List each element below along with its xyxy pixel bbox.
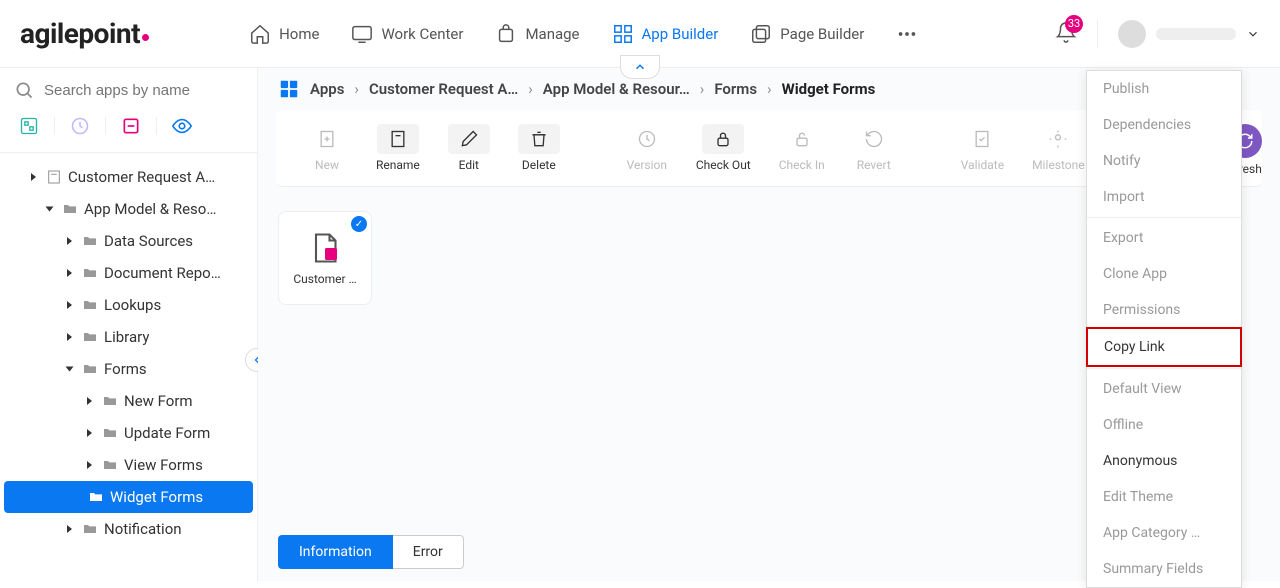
user-menu[interactable] (1097, 20, 1260, 48)
tree-item-model[interactable]: App Model & Reso… (0, 193, 257, 225)
tree-item-lookups[interactable]: Lookups (0, 289, 257, 321)
tree-item-app[interactable]: Customer Request A… (0, 161, 257, 193)
tree-item-library[interactable]: Library (0, 321, 257, 353)
menu-notify[interactable]: Notify (1087, 143, 1241, 179)
tree-item-update-form[interactable]: Update Form (0, 417, 257, 449)
chevron-down-icon (1246, 27, 1260, 41)
tree-item-widget-forms[interactable]: Widget Forms (4, 481, 253, 513)
tool-validate[interactable]: Validate (951, 118, 1014, 178)
filter-eye[interactable] (163, 112, 201, 140)
bc-forms[interactable]: Forms (714, 80, 757, 98)
tree-item-view-forms[interactable]: View Forms (0, 449, 257, 481)
menu-export[interactable]: Export (1087, 220, 1241, 256)
card-label: Customer … (285, 272, 365, 286)
menu-default-view[interactable]: Default View (1087, 371, 1241, 407)
username-placeholder (1156, 28, 1236, 40)
filter-minus[interactable] (112, 112, 150, 140)
menu-clone-app[interactable]: Clone App (1087, 256, 1241, 292)
menu-permissions[interactable]: Permissions (1087, 292, 1241, 328)
nav-home[interactable]: Home (249, 23, 319, 45)
menu-app-category[interactable]: App Category … (1087, 515, 1241, 551)
tool-checkout[interactable]: Check Out (686, 118, 761, 178)
tool-rename[interactable]: Rename (366, 118, 430, 178)
bc-model[interactable]: App Model & Resour… (543, 80, 690, 98)
topbar-collapse-handle[interactable] (620, 55, 660, 79)
tab-error[interactable]: Error (393, 535, 464, 569)
tree-item-forms[interactable]: Forms (0, 353, 257, 385)
tool-revert[interactable]: Revert (843, 118, 905, 178)
filter-qr[interactable] (10, 112, 48, 140)
tree-item-notification[interactable]: Notification (0, 513, 257, 545)
logo: agilepoint (20, 17, 149, 50)
menu-import[interactable]: Import (1087, 179, 1241, 215)
tree-item-data-sources[interactable]: Data Sources (0, 225, 257, 257)
search-input[interactable] (44, 82, 243, 99)
menu-summary-fields[interactable]: Summary Fields (1087, 551, 1241, 587)
tool-delete[interactable]: Delete (508, 118, 570, 178)
bc-app-name[interactable]: Customer Request A… (369, 80, 518, 98)
nav-work-center[interactable]: Work Center (351, 23, 463, 45)
tool-checkin[interactable]: Check In (769, 118, 835, 178)
main-nav: Home Work Center Manage App Builder Page… (249, 23, 1035, 45)
avatar-icon (1118, 20, 1146, 48)
tool-edit[interactable]: Edit (438, 118, 500, 178)
tree-item-new-form[interactable]: New Form (0, 385, 257, 417)
tool-new[interactable]: New (296, 118, 358, 178)
tool-version[interactable]: Version (616, 118, 678, 178)
bc-current: Widget Forms (782, 80, 876, 98)
form-icon (307, 230, 343, 266)
menu-anonymous[interactable]: Anonymous (1087, 443, 1241, 479)
notification-bell[interactable]: 33 (1055, 21, 1077, 47)
search-icon (14, 80, 34, 100)
top-bar: agilepoint Home Work Center Manage App B… (0, 0, 1280, 68)
form-card[interactable]: ✓ Customer … (278, 211, 372, 305)
tab-information[interactable]: Information (278, 535, 393, 569)
menu-edit-theme[interactable]: Edit Theme (1087, 479, 1241, 515)
filter-clock[interactable] (61, 112, 99, 140)
nav-manage[interactable]: Manage (495, 23, 579, 45)
sidebar: Customer Request A… App Model & Reso… Da… (0, 68, 258, 581)
sidebar-tree: Customer Request A… App Model & Reso… Da… (0, 153, 257, 553)
nav-app-builder[interactable]: App Builder (612, 23, 719, 45)
menu-copy-link[interactable]: Copy Link (1086, 327, 1242, 367)
context-menu: Publish Dependencies Notify Import Expor… (1086, 70, 1242, 588)
menu-publish[interactable]: Publish (1087, 71, 1241, 107)
tool-milestone[interactable]: Milestone (1022, 118, 1095, 178)
menu-offline[interactable]: Offline (1087, 407, 1241, 443)
tree-item-doc-repo[interactable]: Document Repo… (0, 257, 257, 289)
nav-more[interactable] (896, 23, 918, 45)
menu-dependencies[interactable]: Dependencies (1087, 107, 1241, 143)
check-icon: ✓ (351, 216, 367, 232)
notification-badge: 33 (1065, 15, 1083, 33)
apps-icon (278, 78, 300, 100)
bc-apps[interactable]: Apps (310, 80, 344, 98)
nav-page-builder[interactable]: Page Builder (750, 23, 864, 45)
